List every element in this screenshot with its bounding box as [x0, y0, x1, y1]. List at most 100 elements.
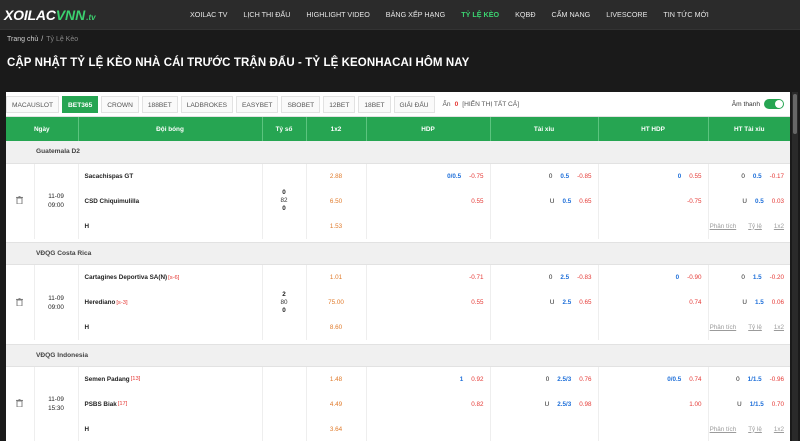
match-link[interactable]: Tỷ lệ [748, 324, 762, 331]
ou-value[interactable]: -0.85 [577, 173, 591, 180]
x12-value[interactable]: 1.53 [330, 223, 342, 230]
ht-ou-value[interactable]: 1.5 [755, 299, 764, 306]
ou-value[interactable]: 0.76 [579, 376, 591, 383]
nav-item[interactable]: CẨM NANG [544, 0, 599, 30]
ou-value[interactable]: 0 [549, 274, 553, 281]
team-away[interactable]: CSD Chiquimulilla [79, 189, 262, 214]
hdp-value[interactable]: -0.71 [469, 274, 483, 281]
x12-value[interactable]: 1.48 [330, 376, 342, 383]
ht-hdp-value[interactable]: 0 [678, 173, 682, 180]
team-away[interactable]: PSBS Biak [17] [79, 392, 262, 417]
ou-value[interactable]: 0.65 [579, 299, 591, 306]
ht-ou-value[interactable]: 0.06 [772, 299, 784, 306]
hdp-value[interactable]: 0/0.5 [447, 173, 461, 180]
ht-hdp-value[interactable]: 0/0.5 [667, 376, 681, 383]
ht-ou-value[interactable]: -0.96 [770, 376, 784, 383]
ht-ou-value[interactable]: 0 [736, 376, 740, 383]
ht-ou-value[interactable]: -0.20 [770, 274, 784, 281]
nav-item[interactable]: XOILAC TV [182, 0, 235, 30]
bookmaker-tab[interactable]: 18BET [358, 95, 391, 113]
team-home[interactable]: Sacachispas GT [79, 164, 262, 189]
ou-value[interactable]: 2.5/3 [557, 401, 571, 408]
ou-value[interactable]: 0.65 [579, 198, 591, 205]
trash-icon[interactable] [16, 399, 24, 409]
scrollbar[interactable] [792, 92, 798, 441]
ou-value[interactable]: 2.5/3 [557, 376, 571, 383]
ht-ou-value[interactable]: 0.70 [772, 401, 784, 408]
ou-value[interactable]: -0.83 [577, 274, 591, 281]
match-link[interactable]: Tỷ lệ [748, 426, 762, 433]
ht-ou-value[interactable]: -0.17 [770, 173, 784, 180]
team-home[interactable]: Semen Padang [13] [79, 367, 262, 392]
nav-item[interactable]: LIVESCORE [598, 0, 655, 30]
match-link[interactable]: Phân tích [710, 223, 737, 230]
match-link[interactable]: Tỷ lệ [748, 223, 762, 230]
site-logo[interactable]: XOILAC VNN .tv [4, 7, 104, 23]
ou-value[interactable]: 0.5 [560, 173, 569, 180]
match-link[interactable]: 1x2 [774, 324, 784, 331]
x12-value[interactable]: 8.60 [330, 324, 342, 331]
bookmaker-tab[interactable]: GIẢI ĐẤU [393, 95, 435, 113]
bookmaker-tab[interactable]: BET365 [62, 95, 99, 113]
x12-value[interactable]: 4.49 [330, 401, 342, 408]
hdp-value[interactable]: 0.55 [471, 198, 483, 205]
bookmaker-tab[interactable]: LADBROKES [180, 95, 234, 113]
bookmaker-tab[interactable]: SBOBET [281, 95, 321, 113]
x12-value[interactable]: 6.50 [330, 198, 342, 205]
ht-ou-value[interactable]: U [742, 299, 747, 306]
nav-item[interactable]: KQBĐ [507, 0, 543, 30]
ou-value[interactable]: 0 [546, 376, 550, 383]
team-draw[interactable]: H [79, 214, 262, 239]
hdp-value[interactable]: 0.82 [471, 401, 483, 408]
ou-value[interactable]: 0.5 [562, 198, 571, 205]
ht-ou-value[interactable]: 0 [741, 173, 745, 180]
ht-hdp-value[interactable]: 0.74 [689, 299, 701, 306]
ou-value[interactable]: U [545, 401, 550, 408]
ht-hdp-value[interactable]: -0.75 [687, 198, 701, 205]
ht-ou-value[interactable]: 1.5 [753, 274, 762, 281]
nav-item[interactable]: LỊCH THI ĐẤU [235, 0, 298, 30]
match-link[interactable]: 1x2 [774, 426, 784, 433]
nav-item[interactable]: TỶ LỆ KÈO [453, 0, 507, 30]
ht-hdp-value[interactable]: -0.90 [687, 274, 701, 281]
x12-value[interactable]: 75.00 [328, 299, 344, 306]
ou-value[interactable]: U [550, 198, 555, 205]
bookmaker-tab[interactable]: EASYBET [236, 95, 279, 113]
nav-item[interactable]: HIGHLIGHT VIDEO [298, 0, 377, 30]
breadcrumb-home[interactable]: Trang chủ [7, 36, 38, 43]
x12-value[interactable]: 3.64 [330, 426, 342, 433]
ht-ou-value[interactable]: U [737, 401, 742, 408]
nav-item[interactable]: TIN TỨC MỚI [655, 0, 716, 30]
ht-hdp-value[interactable]: 0.55 [689, 173, 701, 180]
hdp-value[interactable]: 0.55 [471, 299, 483, 306]
match-link[interactable]: Phân tích [710, 324, 737, 331]
sound-toggle[interactable] [764, 99, 784, 109]
ou-value[interactable]: 0.98 [579, 401, 591, 408]
team-draw[interactable]: H [79, 315, 262, 340]
ou-value[interactable]: U [550, 299, 555, 306]
trash-icon[interactable] [16, 196, 24, 206]
ht-hdp-value[interactable]: 0.74 [689, 376, 701, 383]
league-name[interactable]: VĐQG Costa Rica [6, 242, 790, 265]
ht-ou-value[interactable]: U [742, 198, 747, 205]
ht-ou-value[interactable]: 1/1.5 [750, 401, 764, 408]
nav-item[interactable]: BẢNG XẾP HẠNG [378, 0, 453, 30]
ht-hdp-value[interactable]: 1.00 [689, 401, 701, 408]
ht-ou-value[interactable]: 0.5 [755, 198, 764, 205]
x12-value[interactable]: 1.01 [330, 274, 342, 281]
team-draw[interactable]: H [79, 417, 262, 441]
league-name[interactable]: VĐQG Indonesia [6, 344, 790, 367]
ht-hdp-value[interactable]: 0 [676, 274, 680, 281]
scrollbar-thumb[interactable] [793, 94, 797, 134]
ht-ou-value[interactable]: 1/1.5 [748, 376, 762, 383]
x12-value[interactable]: 2.88 [330, 173, 342, 180]
ht-ou-value[interactable]: 0.5 [753, 173, 762, 180]
ht-ou-value[interactable]: 0 [741, 274, 745, 281]
team-home[interactable]: Cartagines Deportiva SA(N) [s-6] [79, 265, 262, 290]
hdp-value[interactable]: 0.92 [471, 376, 483, 383]
hdp-value[interactable]: -0.75 [469, 173, 483, 180]
bookmaker-tab[interactable]: MACAUSLOT [6, 95, 60, 113]
ou-value[interactable]: 0 [549, 173, 553, 180]
show-all-link[interactable]: [HIỂN THỊ TẤT CẢ] [462, 101, 519, 108]
bookmaker-tab[interactable]: 188BET [141, 95, 178, 113]
